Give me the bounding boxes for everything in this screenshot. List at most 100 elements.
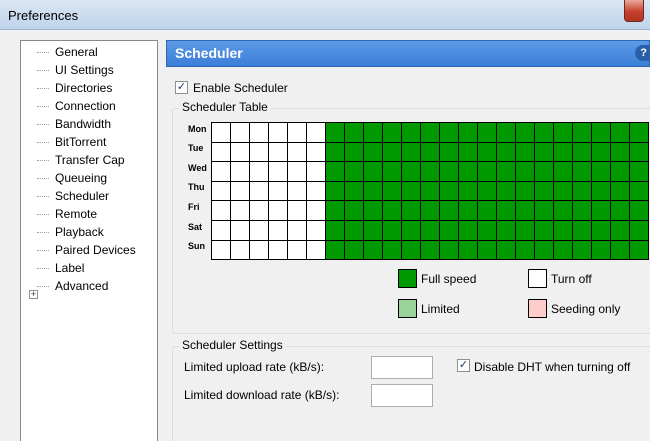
- schedule-cell[interactable]: [306, 239, 326, 261]
- schedule-cell[interactable]: [401, 200, 421, 221]
- schedule-cell[interactable]: [249, 122, 269, 143]
- schedule-cell[interactable]: [591, 239, 611, 261]
- schedule-cell[interactable]: [534, 200, 554, 221]
- schedule-cell[interactable]: [420, 122, 440, 143]
- schedule-cell[interactable]: [458, 141, 478, 163]
- schedule-cell[interactable]: [515, 220, 535, 241]
- schedule-cell[interactable]: [249, 161, 269, 182]
- schedule-cell[interactable]: [211, 141, 231, 163]
- schedule-cell[interactable]: [496, 200, 516, 221]
- schedule-cell[interactable]: [230, 180, 250, 202]
- tree-item-scheduler[interactable]: Scheduler: [37, 187, 109, 205]
- schedule-cell[interactable]: [610, 239, 630, 261]
- schedule-cell[interactable]: [287, 239, 307, 261]
- schedule-cell[interactable]: [325, 220, 345, 241]
- schedule-cell[interactable]: [325, 200, 345, 221]
- schedule-cell[interactable]: [553, 161, 573, 182]
- schedule-cell[interactable]: [306, 200, 326, 221]
- schedule-cell[interactable]: [458, 200, 478, 221]
- schedule-cell[interactable]: [306, 220, 326, 241]
- schedule-cell[interactable]: [591, 200, 611, 221]
- schedule-cell[interactable]: [344, 161, 364, 182]
- schedule-cell[interactable]: [572, 239, 592, 261]
- schedule-cell[interactable]: [515, 200, 535, 221]
- schedule-cell[interactable]: [534, 180, 554, 202]
- schedule-cell[interactable]: [553, 239, 573, 261]
- schedule-cell[interactable]: [553, 180, 573, 202]
- schedule-cell[interactable]: [325, 122, 345, 143]
- schedule-cell[interactable]: [344, 141, 364, 163]
- schedule-cell[interactable]: [268, 141, 288, 163]
- tree-item-connection[interactable]: Connection: [37, 97, 116, 115]
- schedule-cell[interactable]: [382, 122, 402, 143]
- schedule-cell[interactable]: [268, 220, 288, 241]
- schedule-cell[interactable]: [458, 220, 478, 241]
- schedule-cell[interactable]: [496, 122, 516, 143]
- tree-item-general[interactable]: General: [37, 43, 98, 61]
- schedule-cell[interactable]: [287, 141, 307, 163]
- schedule-cell[interactable]: [591, 122, 611, 143]
- schedule-cell[interactable]: [211, 122, 231, 143]
- download-rate-input[interactable]: [371, 384, 433, 407]
- schedule-cell[interactable]: [344, 220, 364, 241]
- schedule-cell[interactable]: [230, 239, 250, 261]
- schedule-cell[interactable]: [439, 141, 459, 163]
- preferences-tree[interactable]: General UI Settings Directories Connecti…: [20, 40, 158, 441]
- schedule-cell[interactable]: [249, 180, 269, 202]
- schedule-cell[interactable]: [515, 180, 535, 202]
- schedule-cell[interactable]: [382, 220, 402, 241]
- schedule-cell[interactable]: [629, 161, 649, 182]
- schedule-cell[interactable]: [230, 220, 250, 241]
- tree-item-label-settings[interactable]: Label: [37, 259, 84, 277]
- tree-item-ui-settings[interactable]: UI Settings: [37, 61, 114, 79]
- schedule-cell[interactable]: [268, 239, 288, 261]
- schedule-cell[interactable]: [249, 200, 269, 221]
- schedule-cell[interactable]: [401, 141, 421, 163]
- schedule-cell[interactable]: [534, 141, 554, 163]
- schedule-cell[interactable]: [496, 161, 516, 182]
- schedule-cell[interactable]: [458, 161, 478, 182]
- schedule-cell[interactable]: [610, 161, 630, 182]
- schedule-cell[interactable]: [325, 161, 345, 182]
- schedule-cell[interactable]: [268, 161, 288, 182]
- schedule-cell[interactable]: [344, 200, 364, 221]
- schedule-cell[interactable]: [306, 122, 326, 143]
- schedule-cell[interactable]: [401, 220, 421, 241]
- tree-item-bandwidth[interactable]: Bandwidth: [37, 115, 111, 133]
- schedule-cell[interactable]: [610, 141, 630, 163]
- schedule-cell[interactable]: [420, 161, 440, 182]
- schedule-cell[interactable]: [477, 180, 497, 202]
- schedule-cell[interactable]: [287, 180, 307, 202]
- schedule-cell[interactable]: [306, 180, 326, 202]
- schedule-cell[interactable]: [477, 122, 497, 143]
- schedule-cell[interactable]: [211, 220, 231, 241]
- schedule-cell[interactable]: [420, 180, 440, 202]
- close-button[interactable]: [624, 0, 644, 22]
- schedule-cell[interactable]: [420, 141, 440, 163]
- tree-item-transfer-cap[interactable]: Transfer Cap: [37, 151, 125, 169]
- help-icon[interactable]: ?: [635, 45, 649, 61]
- schedule-cell[interactable]: [591, 141, 611, 163]
- schedule-cell[interactable]: [344, 122, 364, 143]
- schedule-cell[interactable]: [211, 239, 231, 261]
- tree-item-queueing[interactable]: Queueing: [37, 169, 107, 187]
- schedule-cell[interactable]: [629, 122, 649, 143]
- schedule-cell[interactable]: [325, 180, 345, 202]
- schedule-cell[interactable]: [420, 220, 440, 241]
- schedule-cell[interactable]: [363, 200, 383, 221]
- disable-dht-checkbox[interactable]: ✓: [457, 359, 470, 372]
- schedule-cell[interactable]: [363, 220, 383, 241]
- schedule-cell[interactable]: [629, 239, 649, 261]
- schedule-cell[interactable]: [496, 220, 516, 241]
- schedule-cell[interactable]: [363, 141, 383, 163]
- enable-scheduler-checkbox[interactable]: ✓: [175, 81, 188, 94]
- schedule-cell[interactable]: [534, 161, 554, 182]
- schedule-cell[interactable]: [211, 180, 231, 202]
- schedule-cell[interactable]: [401, 180, 421, 202]
- schedule-cell[interactable]: [439, 180, 459, 202]
- schedule-cell[interactable]: [572, 141, 592, 163]
- schedule-cell[interactable]: [382, 200, 402, 221]
- schedule-cell[interactable]: [458, 122, 478, 143]
- schedule-cell[interactable]: [439, 122, 459, 143]
- upload-rate-input[interactable]: [371, 356, 433, 379]
